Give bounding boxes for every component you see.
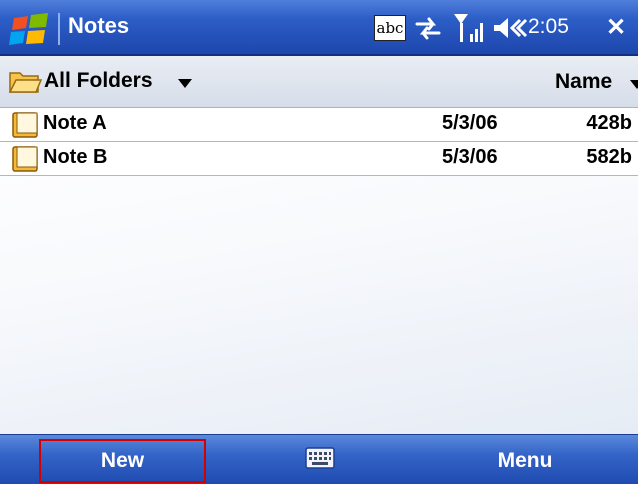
- folders-dropdown[interactable]: All Folders: [44, 69, 153, 93]
- note-date: 5/3/06: [442, 146, 498, 168]
- note-name: Note A: [43, 112, 107, 134]
- note-icon: [12, 146, 38, 172]
- title-separator: [58, 13, 60, 45]
- volume-icon[interactable]: [492, 14, 528, 42]
- signal-icon[interactable]: [452, 12, 486, 44]
- chevron-down-icon[interactable]: [630, 80, 638, 89]
- input-panel-icon[interactable]: abc: [374, 15, 406, 41]
- app-title: Notes: [68, 13, 130, 38]
- new-button[interactable]: New: [39, 439, 206, 483]
- softkey-bar: New Menu: [0, 434, 638, 484]
- note-date: 5/3/06: [442, 112, 498, 134]
- keyboard-icon[interactable]: [305, 447, 335, 469]
- sort-dropdown[interactable]: Name: [555, 70, 612, 94]
- close-icon[interactable]: ✕: [598, 10, 634, 46]
- clock[interactable]: 2:05: [528, 15, 569, 39]
- list-item[interactable]: Note B 5/3/06 582b: [0, 142, 638, 176]
- title-bar: Notes abc 2:05 ✕: [0, 0, 638, 56]
- open-folder-icon[interactable]: [8, 67, 42, 95]
- list-header: All Folders Name: [0, 56, 638, 108]
- chevron-down-icon[interactable]: [178, 79, 192, 88]
- notes-list: Note A 5/3/06 428b Note B 5/3/06 582b: [0, 108, 638, 434]
- note-size: 582b: [586, 146, 632, 168]
- list-item[interactable]: Note A 5/3/06 428b: [0, 108, 638, 142]
- note-size: 428b: [586, 112, 632, 134]
- note-icon: [12, 112, 38, 138]
- menu-button[interactable]: Menu: [470, 441, 580, 481]
- windows-start-icon[interactable]: [8, 10, 52, 48]
- connectivity-icon[interactable]: [413, 14, 443, 42]
- note-name: Note B: [43, 146, 108, 168]
